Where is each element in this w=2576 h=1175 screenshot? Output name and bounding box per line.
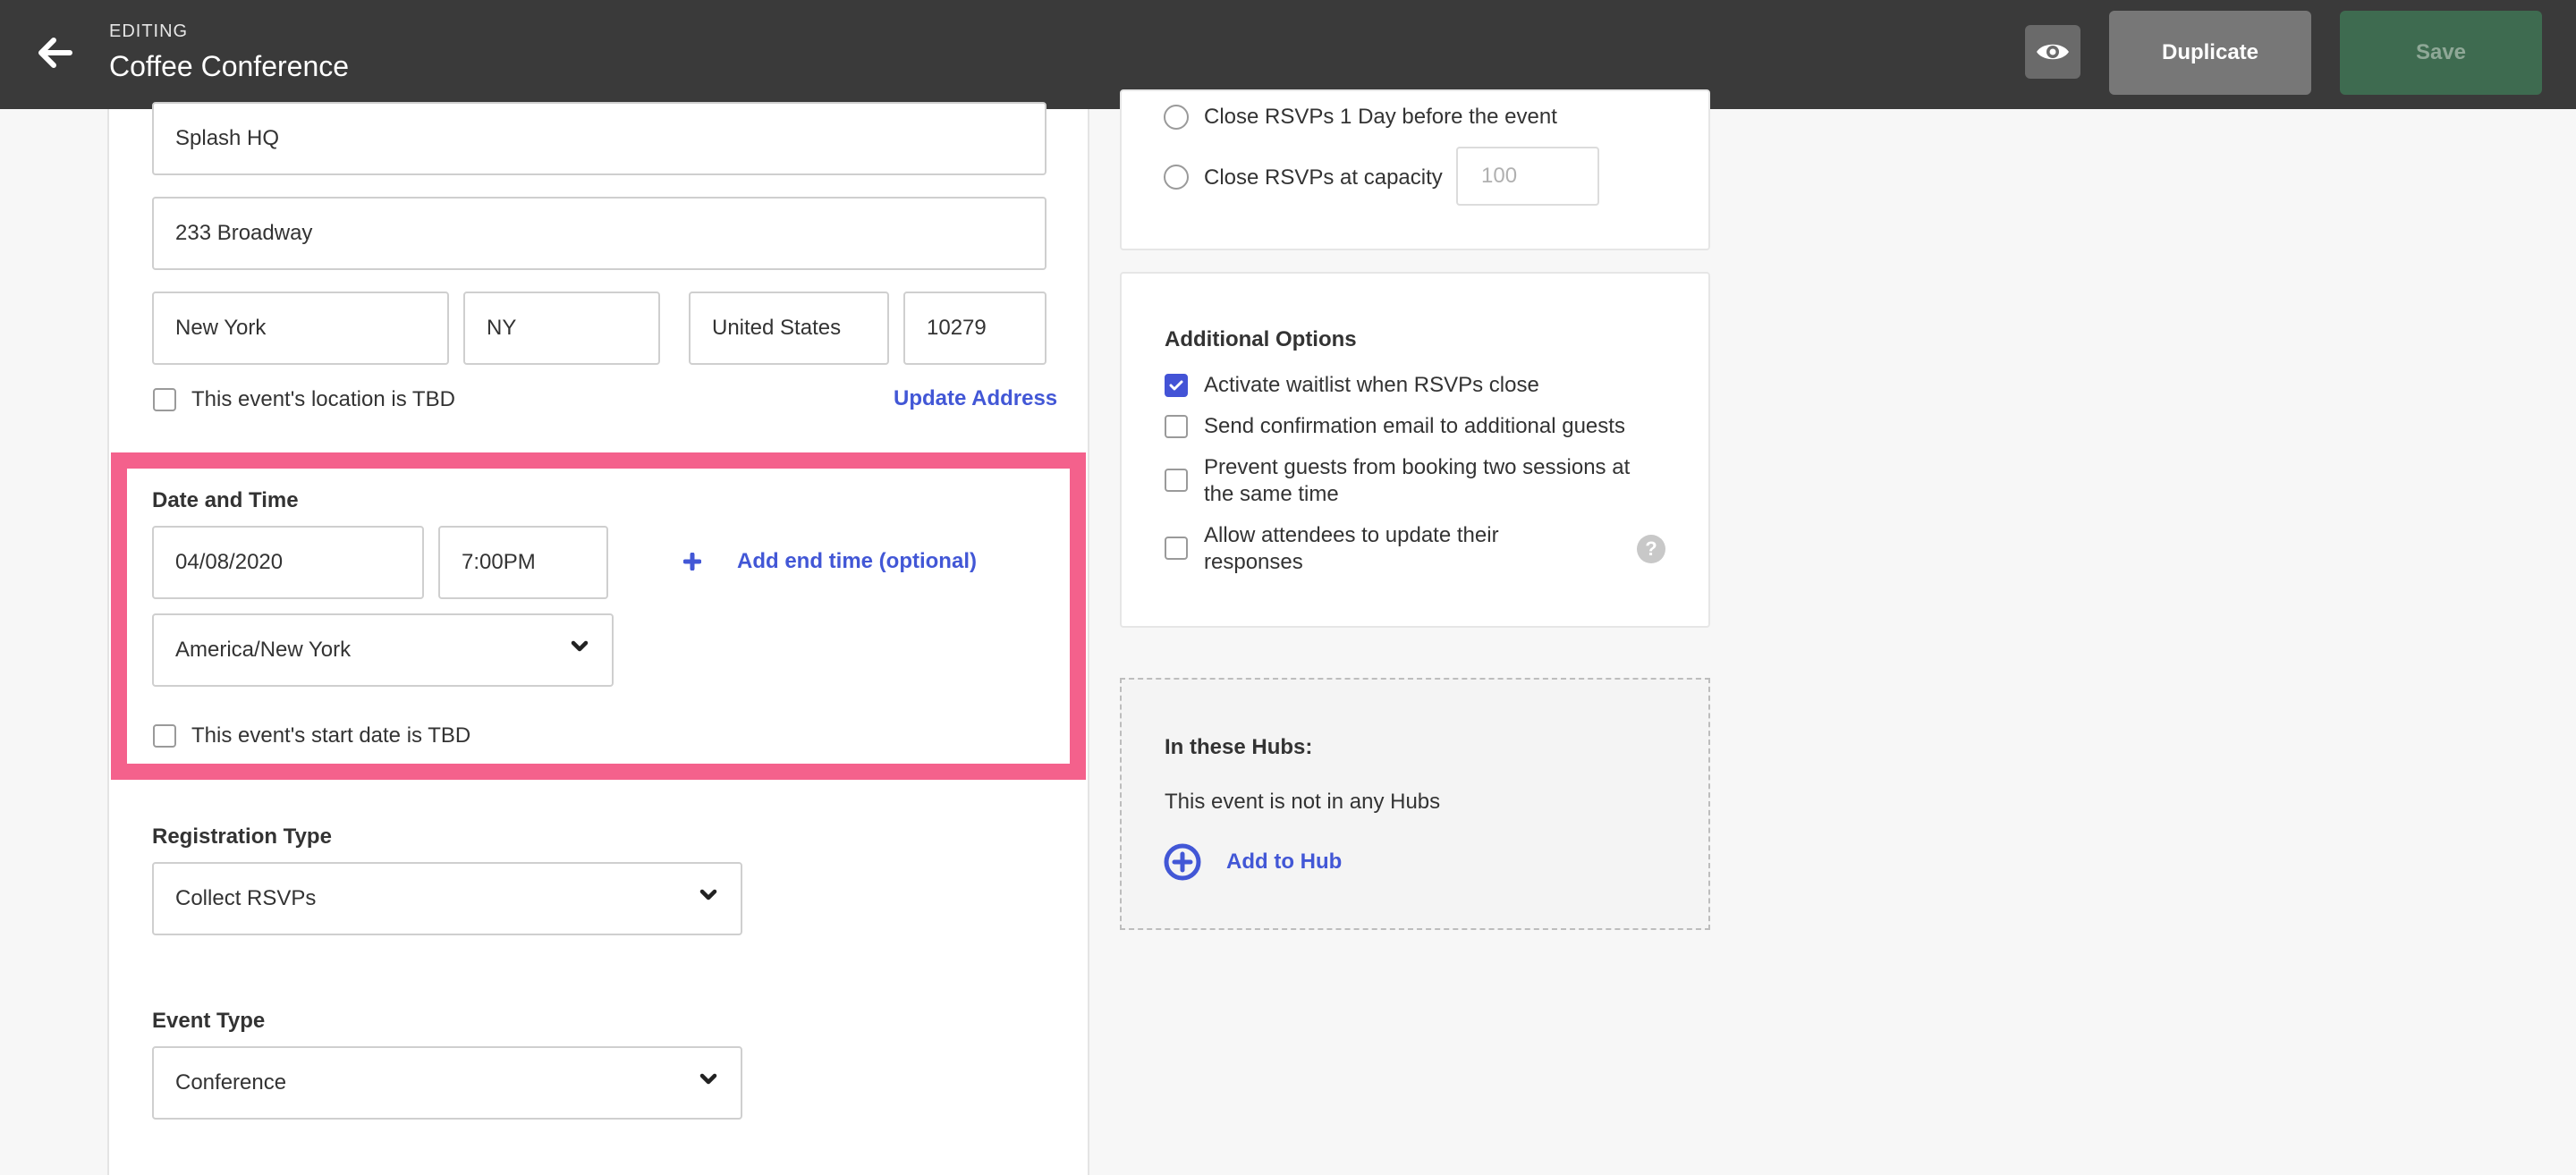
state-input[interactable]: NY	[463, 292, 660, 365]
event-type-heading: Event Type	[152, 1009, 266, 1033]
preview-button[interactable]	[2025, 25, 2080, 79]
question-circle-icon[interactable]: ?	[1637, 535, 1665, 563]
confirmation-email-checkbox[interactable]	[1165, 415, 1188, 438]
plus-icon[interactable]	[682, 552, 702, 575]
eye-icon	[2037, 44, 2069, 60]
additional-options-heading: Additional Options	[1165, 327, 1357, 351]
chevron-down-icon	[571, 640, 589, 652]
start-date-tbd-label: This event's start date is TBD	[191, 723, 471, 748]
save-button[interactable]: Save	[2340, 11, 2542, 95]
waitlist-label: Activate waitlist when RSVPs close	[1204, 373, 1539, 397]
confirmation-email-label: Send confirmation email to additional gu…	[1204, 414, 1625, 438]
allow-update-responses-line-2: responses	[1204, 550, 1303, 574]
start-time-input[interactable]: 7:00PM	[438, 526, 608, 599]
location-tbd-label: This event's location is TBD	[191, 387, 455, 411]
date-time-heading: Date and Time	[152, 488, 299, 512]
waitlist-checkbox[interactable]	[1165, 374, 1188, 397]
allow-update-responses-line-1: Allow attendees to update their	[1204, 523, 1499, 547]
chevron-down-icon	[699, 1073, 717, 1085]
close-at-capacity-radio[interactable]	[1164, 165, 1189, 190]
add-end-time-link[interactable]: Add end time (optional)	[737, 549, 977, 574]
event-type-select[interactable]: Conference	[152, 1046, 742, 1120]
registration-type-select[interactable]: Collect RSVPs	[152, 862, 742, 935]
duplicate-button[interactable]: Duplicate	[2109, 11, 2311, 95]
allow-update-responses-checkbox[interactable]	[1165, 537, 1188, 560]
plus-circle-icon[interactable]	[1163, 842, 1202, 886]
close-1-day-label: Close RSVPs 1 Day before the event	[1204, 105, 1557, 129]
editing-label: EDITING	[109, 21, 189, 41]
registration-type-heading: Registration Type	[152, 824, 332, 849]
close-at-capacity-label: Close RSVPs at capacity	[1204, 165, 1443, 190]
prevent-double-booking-line-2: the same time	[1204, 482, 1339, 506]
capacity-input[interactable]: 100	[1456, 147, 1599, 206]
timezone-select[interactable]: America/New York	[152, 613, 614, 687]
prevent-double-booking-label: Prevent guests from booking two sessions…	[1204, 454, 1630, 508]
timezone-value: America/New York	[175, 638, 352, 662]
update-address-link[interactable]: Update Address	[894, 386, 1057, 411]
street-address-input[interactable]: 233 Broadway	[152, 197, 1046, 270]
back-arrow-icon[interactable]	[34, 32, 75, 73]
country-input[interactable]: United States	[689, 292, 889, 365]
start-date-tbd-checkbox[interactable]	[153, 724, 176, 748]
close-1-day-radio[interactable]	[1164, 105, 1189, 130]
hubs-status: This event is not in any Hubs	[1165, 790, 1441, 814]
start-date-input[interactable]: 04/08/2020	[152, 526, 424, 599]
add-to-hub-link[interactable]: Add to Hub	[1226, 850, 1342, 875]
hubs-heading: In these Hubs:	[1165, 735, 1313, 759]
chevron-down-icon	[699, 889, 717, 900]
event-type-value: Conference	[175, 1070, 287, 1095]
prevent-double-booking-checkbox[interactable]	[1165, 469, 1188, 492]
checkmark-icon	[1169, 380, 1183, 391]
prevent-double-booking-line-1: Prevent guests from booking two sessions…	[1204, 455, 1631, 479]
location-tbd-checkbox[interactable]	[153, 388, 176, 411]
allow-update-responses-label: Allow attendees to update their response…	[1204, 522, 1499, 576]
registration-type-value: Collect RSVPs	[175, 886, 317, 910]
venue-name-input[interactable]: Splash HQ	[152, 102, 1046, 175]
city-input[interactable]: New York	[152, 292, 449, 365]
event-title: Coffee Conference	[109, 50, 350, 82]
zip-input[interactable]: 10279	[903, 292, 1046, 365]
